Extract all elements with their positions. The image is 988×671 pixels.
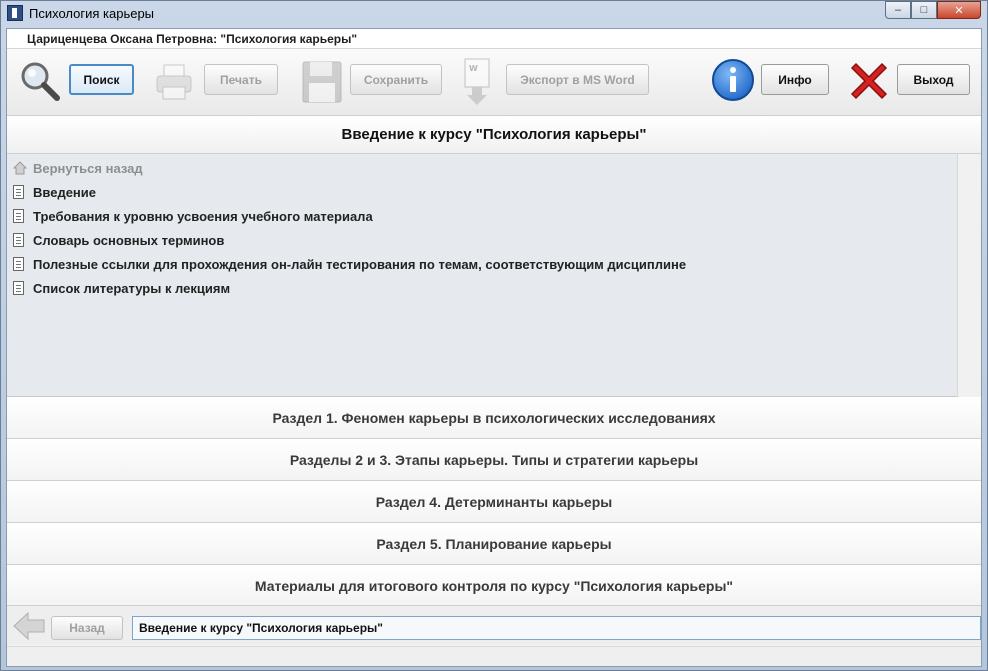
info-button[interactable]: Инфо [761, 64, 829, 95]
current-location-field: Введение к курсу "Психология карьеры" [132, 616, 981, 640]
list-scrollbar[interactable] [957, 154, 981, 397]
section-title: Введение к курсу "Психология карьеры" [7, 116, 981, 154]
section-row-5[interactable]: Раздел 5. Планирование карьеры [7, 523, 981, 565]
window-title: Психология карьеры [29, 6, 155, 21]
svg-text:W: W [469, 64, 478, 73]
title-bar[interactable]: Психология карьеры – □ ✕ [1, 1, 987, 27]
section-row-1[interactable]: Раздел 1. Феномен карьеры в психологичес… [7, 397, 981, 439]
back-link-label: Вернуться назад [33, 160, 143, 176]
save-button[interactable]: Сохранить [350, 64, 442, 95]
home-icon [13, 161, 27, 175]
back-button[interactable]: Назад [51, 616, 123, 640]
info-icon[interactable] [711, 58, 755, 102]
list-item[interactable]: Список литературы к лекциям [13, 278, 230, 298]
exit-button[interactable]: Выход [897, 64, 970, 95]
document-icon [13, 185, 24, 199]
back-arrow-icon[interactable] [12, 610, 46, 642]
exit-x-icon[interactable] [846, 58, 892, 104]
maximize-button[interactable]: □ [911, 1, 937, 19]
section-row-2-3[interactable]: Разделы 2 и 3. Этапы карьеры. Типы и стр… [7, 439, 981, 481]
close-window-button[interactable]: ✕ [937, 1, 981, 19]
export-word-button[interactable]: Экспорт в MS Word [506, 64, 649, 95]
list-item-label: Полезные ссылки для прохождения он-лайн … [33, 256, 687, 272]
list-item[interactable]: Введение [13, 182, 96, 202]
content-list: Вернуться назад Введение Требования к ур… [7, 154, 981, 397]
search-icon[interactable] [17, 59, 63, 105]
window-controls: – □ ✕ [885, 1, 981, 19]
app-window: Психология карьеры – □ ✕ Цариценцева Окс… [0, 0, 988, 671]
list-item-label: Требования к уровню усвоения учебного ма… [33, 208, 373, 224]
app-icon [7, 5, 23, 21]
navigation-bar: Назад Введение к курсу "Психология карье… [7, 605, 981, 645]
user-course-line: Цариценцева Оксана Петровна: "Психология… [7, 29, 981, 49]
toolbar: Поиск Печать Сохранить W Экспорт в MS Wo… [7, 49, 981, 116]
list-item-label: Список литературы к лекциям [33, 280, 231, 296]
print-button[interactable]: Печать [204, 64, 278, 95]
minimize-button[interactable]: – [885, 1, 911, 19]
search-button[interactable]: Поиск [69, 64, 134, 95]
document-icon [13, 257, 24, 271]
document-icon [13, 281, 24, 295]
list-item-label: Словарь основных терминов [33, 232, 225, 248]
client-area: Цариценцева Оксана Петровна: "Психология… [6, 28, 982, 667]
list-item[interactable]: Требования к уровню усвоения учебного ма… [13, 206, 373, 226]
status-strip [7, 646, 981, 666]
list-item-label: Введение [33, 184, 96, 200]
document-icon [13, 209, 24, 223]
list-item[interactable]: Словарь основных терминов [13, 230, 224, 250]
list-item-back[interactable]: Вернуться назад [13, 158, 143, 178]
list-item[interactable]: Полезные ссылки для прохождения он-лайн … [13, 254, 686, 274]
printer-icon [156, 64, 192, 100]
document-icon [13, 233, 24, 247]
word-export-icon: W [464, 58, 490, 105]
section-row-4[interactable]: Раздел 4. Детерминанты карьеры [7, 481, 981, 523]
section-row-final-control[interactable]: Материалы для итогового контроля по курс… [7, 565, 981, 607]
floppy-disk-icon [302, 61, 342, 103]
